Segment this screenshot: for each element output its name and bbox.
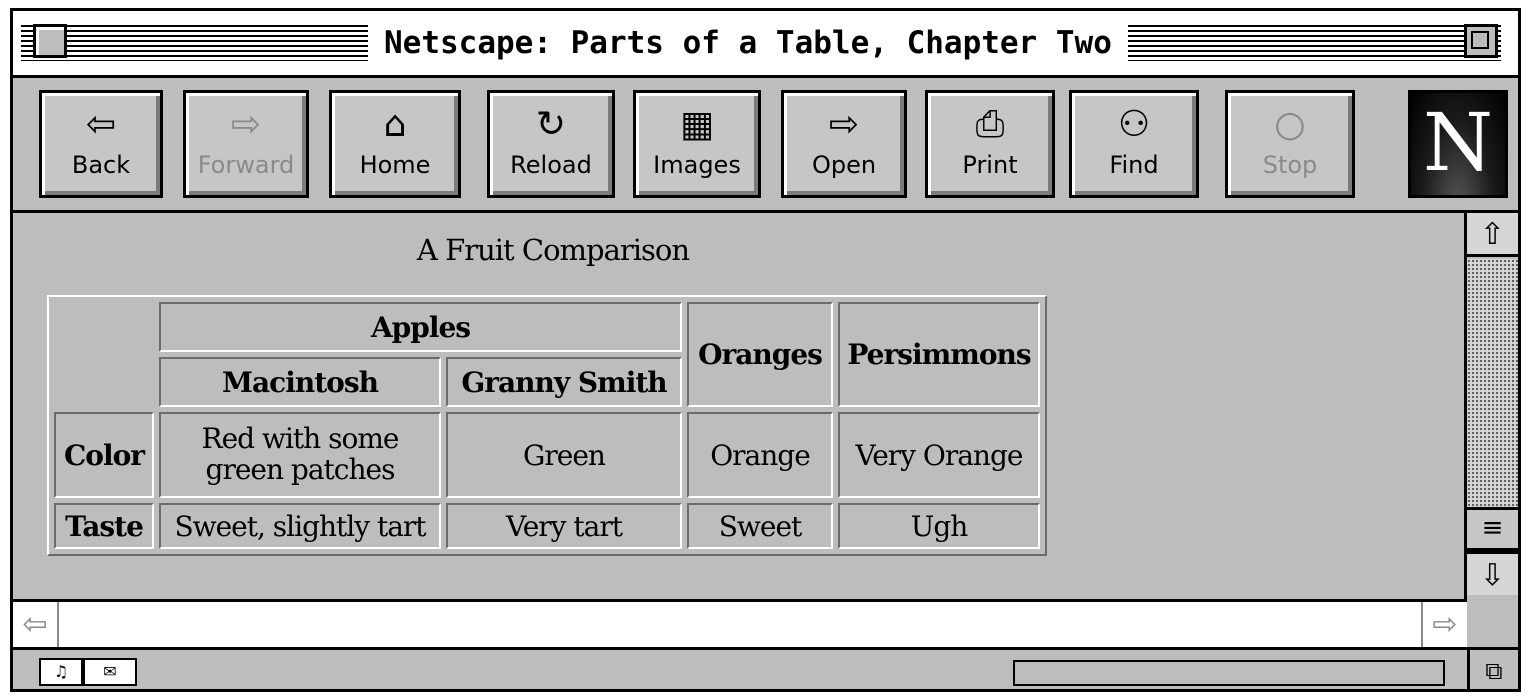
printer-icon: ⎙	[975, 104, 1005, 145]
row-header-color: Color	[54, 412, 154, 498]
scroll-left-arrow-icon[interactable]: ⇦	[13, 602, 59, 647]
reload-icon: ↻	[535, 104, 567, 145]
scroll-up-arrow-icon[interactable]: ⇧	[1467, 213, 1518, 257]
find-label: Find	[1109, 151, 1159, 179]
forward-label: Forward	[197, 151, 295, 179]
page-content: A Fruit Comparison Apples Oranges Persim…	[13, 213, 1463, 599]
apples-header: Apples	[159, 302, 682, 352]
open-icon: ⇨	[828, 104, 860, 145]
reload-label: Reload	[510, 151, 592, 179]
mail-icon[interactable]: ✉	[83, 658, 137, 686]
zoom-box[interactable]	[1464, 24, 1498, 58]
print-button[interactable]: ⎙ Print	[925, 90, 1055, 198]
table-cell: Green	[446, 412, 682, 498]
back-label: Back	[71, 151, 131, 179]
stop-button[interactable]: ○ Stop	[1225, 90, 1355, 198]
find-button[interactable]: ⚇ Find	[1069, 90, 1199, 198]
vertical-scroll-thumb[interactable]: ≡	[1467, 507, 1518, 551]
fruit-comparison-table: Apples Oranges Persimmons Macintosh Gran…	[47, 295, 1047, 556]
reload-button[interactable]: ↻ Reload	[487, 90, 615, 198]
vertical-scrollbar[interactable]: ⇧ ≡ ⇩	[1464, 213, 1518, 599]
table-cell: Very Orange	[838, 412, 1040, 498]
back-arrow-icon: ⇦	[85, 104, 117, 145]
table-cell: Orange	[687, 412, 833, 498]
stop-label: Stop	[1262, 151, 1318, 179]
open-label: Open	[811, 151, 877, 179]
table-cell: Sweet	[687, 503, 833, 549]
document-security-icon[interactable]: ♫	[39, 658, 83, 686]
table-corner-cell	[54, 302, 154, 407]
images-button[interactable]: ▦ Images	[633, 90, 761, 198]
status-bar: ♫ ✉ ⧉	[13, 647, 1518, 689]
forward-button[interactable]: ⇨ Forward	[183, 90, 309, 198]
table-cell: Sweet, slightly tart	[159, 503, 441, 549]
home-icon: ⌂	[383, 104, 407, 145]
progress-bar	[1013, 660, 1445, 686]
scroll-right-arrow-icon[interactable]: ⇨	[1421, 602, 1467, 647]
forward-arrow-icon: ⇨	[230, 104, 262, 145]
images-icon: ▦	[679, 104, 714, 145]
netscape-logo[interactable]: N	[1408, 90, 1508, 198]
window-title: Netscape: Parts of a Table, Chapter Two	[368, 11, 1128, 75]
resize-grow-icon[interactable]: ⧉	[1467, 650, 1518, 689]
oranges-header: Oranges	[687, 302, 833, 407]
row-header-taste: Taste	[54, 503, 154, 549]
title-bar[interactable]: Netscape: Parts of a Table, Chapter Two	[13, 11, 1518, 78]
home-button[interactable]: ⌂ Home	[329, 90, 461, 198]
home-label: Home	[359, 151, 431, 179]
browser-window: Netscape: Parts of a Table, Chapter Two …	[10, 8, 1521, 692]
table-cell: Ugh	[838, 503, 1040, 549]
macintosh-header: Macintosh	[159, 357, 441, 407]
toolbar: ⇦ Back ⇨ Forward ⌂ Home ↻ Reload ▦ Image…	[13, 78, 1518, 213]
binoculars-icon: ⚇	[1117, 104, 1151, 145]
table-cell: Red with some green patches	[159, 412, 441, 498]
stop-icon: ○	[1274, 104, 1306, 145]
print-label: Print	[962, 151, 1018, 179]
granny-smith-header: Granny Smith	[446, 357, 682, 407]
persimmons-header: Persimmons	[838, 302, 1040, 407]
images-label: Images	[653, 151, 741, 179]
horizontal-scrollbar[interactable]: ⇦ ⇨	[13, 599, 1467, 647]
open-button[interactable]: ⇨ Open	[781, 90, 907, 198]
close-box[interactable]	[33, 24, 67, 58]
scroll-down-arrow-icon[interactable]: ⇩	[1467, 551, 1518, 595]
table-caption: A Fruit Comparison	[416, 233, 690, 267]
back-button[interactable]: ⇦ Back	[39, 90, 163, 198]
table-cell: Very tart	[446, 503, 682, 549]
vertical-scroll-track[interactable]	[1467, 259, 1518, 547]
netscape-logo-letter: N	[1423, 96, 1493, 189]
